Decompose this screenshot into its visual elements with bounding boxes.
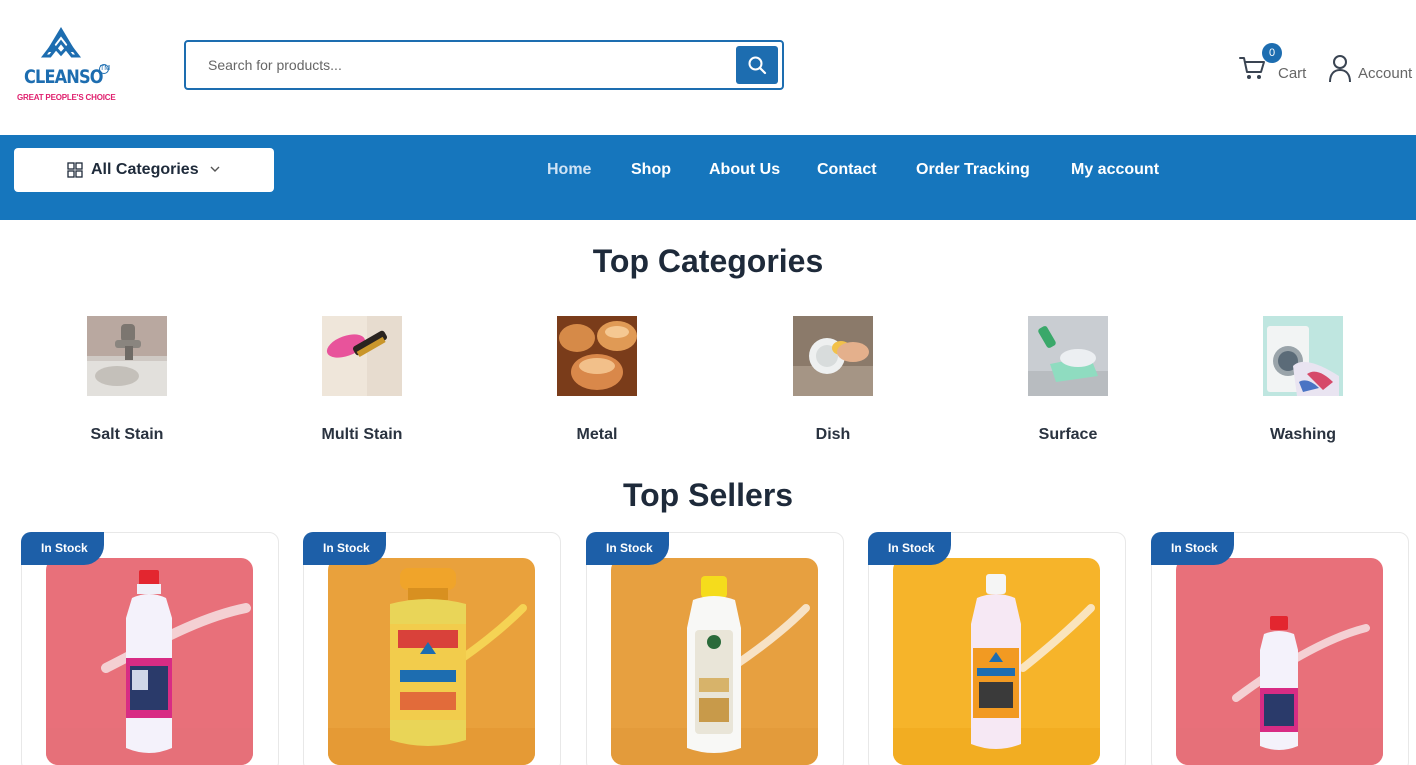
cart-button[interactable]: 0 Cart <box>1238 42 1314 86</box>
product-card[interactable]: In Stock <box>586 532 844 765</box>
category-name: Dish <box>815 426 851 443</box>
top-categories-title: Top Categories <box>592 243 824 279</box>
account-button[interactable]: Account <box>1328 54 1416 88</box>
product-card[interactable]: In Stock <box>303 532 561 765</box>
nav-link-contact[interactable]: Contact <box>817 161 877 179</box>
category-name: Washing <box>1269 426 1337 443</box>
nav-links: Home Shop About Us Contact Order Trackin… <box>0 161 1416 185</box>
category-image <box>322 316 402 396</box>
category-name: Metal <box>576 426 618 443</box>
in-stock-badge: In Stock <box>586 532 669 565</box>
account-label: Account <box>1358 65 1413 82</box>
product-image <box>611 558 818 765</box>
category-image <box>1263 316 1343 396</box>
nav-link-order-tracking[interactable]: Order Tracking <box>916 161 1030 179</box>
main-navbar: All Categories Home Shop About Us Contac… <box>0 135 1416 220</box>
category-image <box>557 316 637 396</box>
logo-tagline: GREAT PEOPLE'S CHOICE <box>17 93 116 102</box>
category-image <box>793 316 873 396</box>
category-washing[interactable]: Washing <box>1233 316 1373 456</box>
product-image <box>1176 558 1383 765</box>
product-card[interactable]: In Stock <box>1151 532 1409 765</box>
product-image <box>46 558 253 765</box>
category-image <box>1028 316 1108 396</box>
product-image <box>328 558 535 765</box>
category-multi-stain[interactable]: Multi Stain <box>292 316 432 456</box>
in-stock-badge: In Stock <box>303 532 386 565</box>
nav-link-about-us[interactable]: About Us <box>709 161 780 179</box>
product-image <box>893 558 1100 765</box>
site-header: TM CLEANSO GREAT PEOPLE'S CHOICE 0 Cart … <box>0 0 1416 135</box>
search-bar <box>184 40 784 90</box>
in-stock-badge: In Stock <box>868 532 951 565</box>
product-card[interactable]: In Stock <box>868 532 1126 765</box>
search-icon <box>748 56 767 75</box>
in-stock-badge: In Stock <box>21 532 104 565</box>
in-stock-badge: In Stock <box>1151 532 1234 565</box>
category-image <box>87 316 167 396</box>
cart-icon <box>1239 57 1265 79</box>
category-name: Surface <box>1038 426 1098 443</box>
cart-label: Cart <box>1278 65 1307 82</box>
category-dish[interactable]: Dish <box>763 316 903 456</box>
category-name: Salt Stain <box>90 426 164 443</box>
logo-mark-icon <box>40 27 82 58</box>
category-metal[interactable]: Metal <box>527 316 667 456</box>
logo-brand-text: CLEANSO <box>24 66 103 88</box>
nav-link-shop[interactable]: Shop <box>631 161 671 179</box>
product-card[interactable]: In Stock <box>21 532 279 765</box>
user-icon <box>1329 55 1351 83</box>
nav-link-my-account[interactable]: My account <box>1071 161 1159 179</box>
category-salt-stain[interactable]: Salt Stain <box>57 316 197 456</box>
site-logo[interactable]: TM CLEANSO GREAT PEOPLE'S CHOICE <box>14 24 116 104</box>
category-name: Multi Stain <box>321 426 403 443</box>
nav-link-home[interactable]: Home <box>547 161 591 179</box>
top-sellers-title: Top Sellers <box>622 477 794 513</box>
cart-count-badge: 0 <box>1262 43 1282 63</box>
search-input[interactable] <box>208 52 708 78</box>
search-button[interactable] <box>736 46 778 84</box>
category-surface[interactable]: Surface <box>998 316 1138 456</box>
